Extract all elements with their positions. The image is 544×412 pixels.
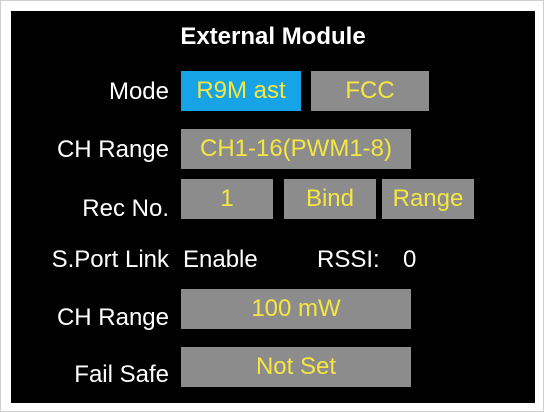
radio-screen: External Module Mode R9M ast FCC CH Rang… — [11, 11, 535, 403]
receiver-number-label: Rec No. — [82, 195, 169, 222]
receiver-number-field[interactable]: 1 — [181, 179, 273, 219]
channel-range-field[interactable]: CH1-16(PWM1-8) — [181, 129, 411, 169]
rssi-value: 0 — [403, 246, 417, 273]
failsafe-label: Fail Safe — [74, 361, 169, 388]
channel-range-label: CH Range — [56, 136, 169, 163]
sport-link-status[interactable]: Enable — [183, 246, 258, 274]
failsafe-field[interactable]: Not Set — [181, 347, 411, 387]
page-title: External Module — [180, 23, 366, 50]
screenshot-frame: External Module Mode R9M ast FCC CH Rang… — [0, 0, 544, 412]
bind-button[interactable]: Bind — [284, 179, 376, 219]
mode-label: Mode — [108, 78, 169, 105]
region-field[interactable]: FCC — [311, 71, 429, 111]
module-type-field[interactable]: R9M ast — [181, 71, 301, 111]
rssi-label: RSSI: — [317, 246, 380, 273]
range-button[interactable]: Range — [382, 179, 474, 219]
power-field[interactable]: 100 mW — [181, 289, 411, 329]
sport-link-label: S.Port Link — [51, 246, 169, 273]
power-label: CH Range — [56, 304, 169, 331]
